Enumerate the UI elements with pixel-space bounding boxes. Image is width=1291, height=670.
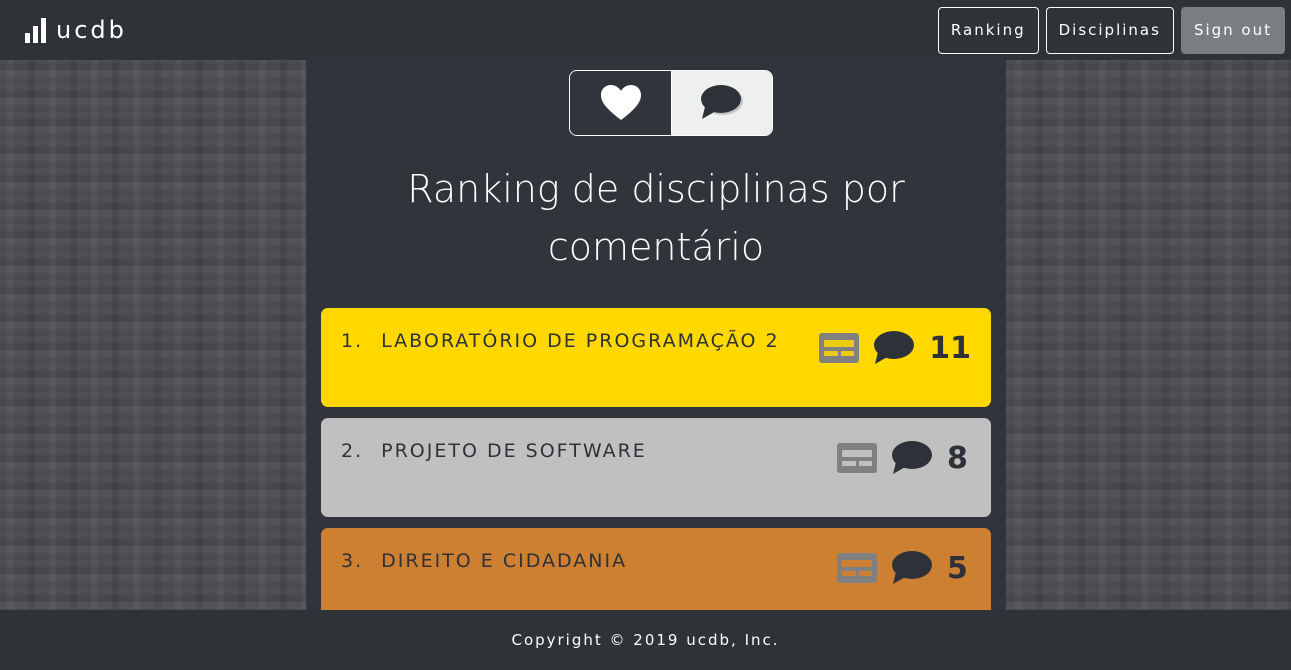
ranking-card-3[interactable]: 3. DIREITO E CIDADANIA 5 bbox=[321, 528, 991, 610]
sign-out-button[interactable]: Sign out bbox=[1180, 6, 1285, 54]
comment-icon bbox=[701, 85, 743, 119]
comment-icon bbox=[874, 331, 915, 364]
ranking-type-toggle bbox=[569, 70, 773, 136]
ranking-position: 3. bbox=[341, 550, 364, 572]
discipline-name: 2. PROJETO DE SOFTWARE bbox=[341, 440, 647, 462]
discipline-title: PROJETO DE SOFTWARE bbox=[381, 440, 647, 462]
card-stats: 8 bbox=[837, 440, 971, 476]
discipline-name: 3. DIREITO E CIDADANIA bbox=[341, 550, 627, 572]
nav-buttons: Ranking Disciplinas Sign out bbox=[937, 6, 1285, 54]
comment-count: 5 bbox=[947, 550, 968, 586]
ranking-card-1[interactable]: 1. LABORATÓRIO DE PROGRAMAÇÃO 2 11 bbox=[321, 308, 991, 407]
heart-icon bbox=[600, 85, 641, 120]
comment-icon bbox=[892, 551, 932, 584]
discipline-name: 1. LABORATÓRIO DE PROGRAMAÇÃO 2 bbox=[341, 330, 780, 352]
copyright-text: Copyright © 2019 ucdb, Inc. bbox=[511, 631, 780, 649]
id-card-icon bbox=[837, 443, 877, 473]
discipline-title: LABORATÓRIO DE PROGRAMAÇÃO 2 bbox=[381, 330, 780, 352]
ranking-button[interactable]: Ranking bbox=[937, 6, 1039, 54]
brand-name: ucdb bbox=[56, 16, 127, 44]
page-title-line-1: Ranking de disciplinas por bbox=[407, 167, 905, 211]
card-stats: 11 bbox=[819, 330, 971, 366]
navbar: ucdb Ranking Disciplinas Sign out bbox=[0, 0, 1291, 60]
footer: Copyright © 2019 ucdb, Inc. bbox=[0, 610, 1291, 670]
brand-link[interactable]: ucdb bbox=[25, 16, 127, 44]
comment-icon bbox=[892, 441, 932, 474]
id-card-icon bbox=[837, 553, 877, 583]
comment-count: 8 bbox=[947, 440, 968, 476]
ranking-position: 1. bbox=[341, 330, 364, 352]
id-card-icon bbox=[819, 333, 860, 363]
ranking-card-2[interactable]: 2. PROJETO DE SOFTWARE 8 bbox=[321, 418, 991, 517]
comments-toggle-button[interactable] bbox=[671, 71, 772, 135]
page-title-line-2: comentário bbox=[547, 225, 765, 269]
page-title: Ranking de disciplinas por comentário bbox=[306, 160, 1006, 276]
likes-toggle-button[interactable] bbox=[570, 71, 671, 135]
card-stats: 5 bbox=[837, 550, 971, 586]
ranking-position: 2. bbox=[341, 440, 364, 462]
comment-count: 11 bbox=[929, 330, 971, 366]
discipline-title: DIREITO E CIDADANIA bbox=[381, 550, 628, 572]
disciplinas-button[interactable]: Disciplinas bbox=[1045, 6, 1174, 54]
main-content: Ranking de disciplinas por comentário 1.… bbox=[306, 60, 1006, 610]
bar-chart-icon bbox=[25, 17, 46, 43]
